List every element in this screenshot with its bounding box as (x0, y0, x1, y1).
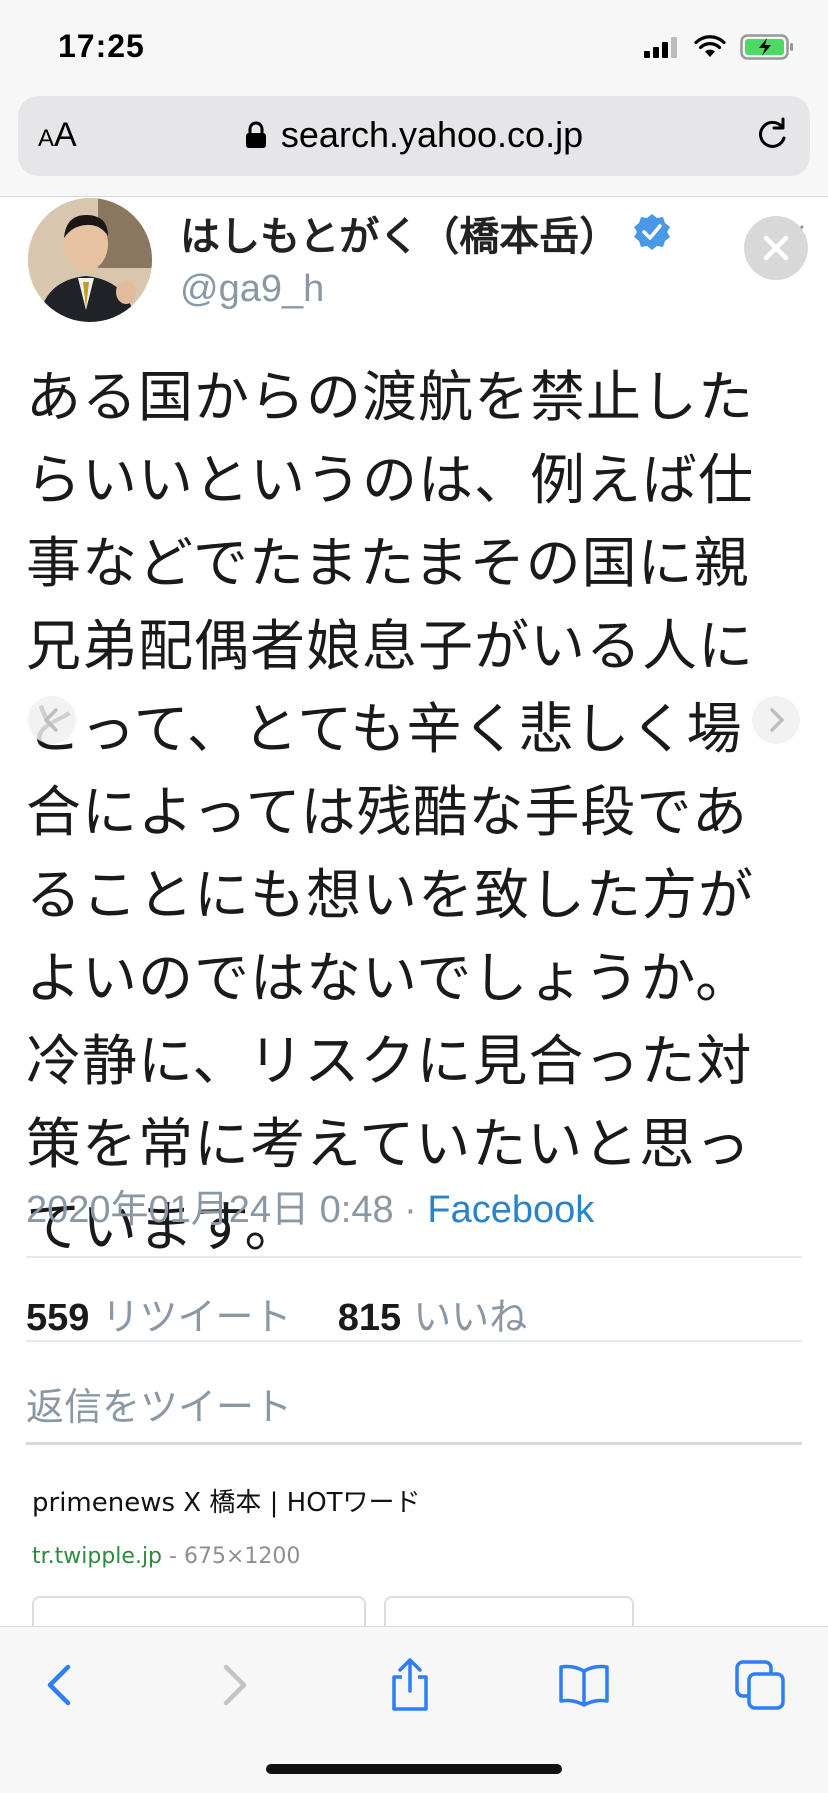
previous-image-button[interactable] (28, 696, 76, 744)
tweet-source-link[interactable]: Facebook (427, 1189, 594, 1231)
next-image-button[interactable] (752, 696, 800, 744)
tabs-button[interactable] (728, 1653, 792, 1717)
close-icon (763, 235, 789, 261)
tweet-meta: 2020年01月24日 0:48 · Facebook (26, 1178, 594, 1233)
wifi-icon (694, 35, 726, 57)
result-source: tr.twipple.jp - 675×1200 (32, 1544, 301, 1569)
back-button[interactable] (28, 1653, 92, 1717)
address-bar[interactable]: AA search.yahoo.co.jp (18, 96, 810, 176)
result-domain-link[interactable]: tr.twipple.jp (32, 1544, 162, 1569)
result-image-size: 675×1200 (183, 1544, 301, 1569)
retweet-label[interactable]: リツイート (102, 1295, 292, 1339)
reply-input[interactable]: 返信をツイート (26, 1376, 292, 1431)
bookmarks-button[interactable] (552, 1653, 616, 1717)
divider (26, 1256, 802, 1258)
share-button[interactable] (378, 1653, 442, 1717)
tweet-stats: 559 リツイート 815 いいね (26, 1286, 527, 1341)
lock-icon (245, 121, 266, 148)
cellular-signal-icon (644, 37, 677, 58)
battery-charging-icon (740, 34, 793, 60)
url-field[interactable]: search.yahoo.co.jp (18, 114, 810, 156)
chevron-right-icon (223, 1664, 247, 1706)
like-label[interactable]: いいね (413, 1295, 527, 1339)
tabs-icon (735, 1660, 785, 1710)
forward-button[interactable] (202, 1653, 266, 1717)
author-name[interactable]: はしもとがく（橋本岳） (180, 204, 619, 262)
chevron-right-icon (770, 708, 784, 732)
divider (26, 1442, 802, 1445)
result-title[interactable]: primenews X 橋本 | HOTワード (32, 1482, 421, 1519)
close-button[interactable] (744, 216, 808, 280)
status-icons (644, 34, 794, 60)
browser-address-area: AA search.yahoo.co.jp (0, 88, 828, 197)
reload-icon[interactable] (752, 114, 792, 154)
share-icon (392, 1658, 428, 1711)
tweet-date: 2020年01月24日 0:48 (26, 1189, 394, 1231)
home-indicator[interactable] (266, 1764, 562, 1774)
chevron-left-icon (44, 708, 58, 732)
status-time: 17:25 (58, 28, 145, 64)
verified-badge-icon (634, 214, 670, 250)
meta-separator: · (393, 1189, 428, 1231)
retweet-count[interactable]: 559 (26, 1297, 89, 1339)
author-handle[interactable]: @ga9_h (180, 268, 324, 311)
profile-photo (28, 198, 152, 322)
avatar[interactable] (28, 198, 152, 322)
like-count[interactable]: 815 (338, 1297, 401, 1339)
tweet-text: ある国からの渡航を禁止した らいいというのは、例えば仕 事などでたまたまその国に… (26, 365, 755, 1259)
chevron-left-icon (47, 1664, 71, 1706)
url-text: search.yahoo.co.jp (280, 114, 584, 155)
divider (26, 1340, 802, 1342)
book-icon (559, 1664, 609, 1707)
status-bar: 17:25 (0, 0, 828, 88)
